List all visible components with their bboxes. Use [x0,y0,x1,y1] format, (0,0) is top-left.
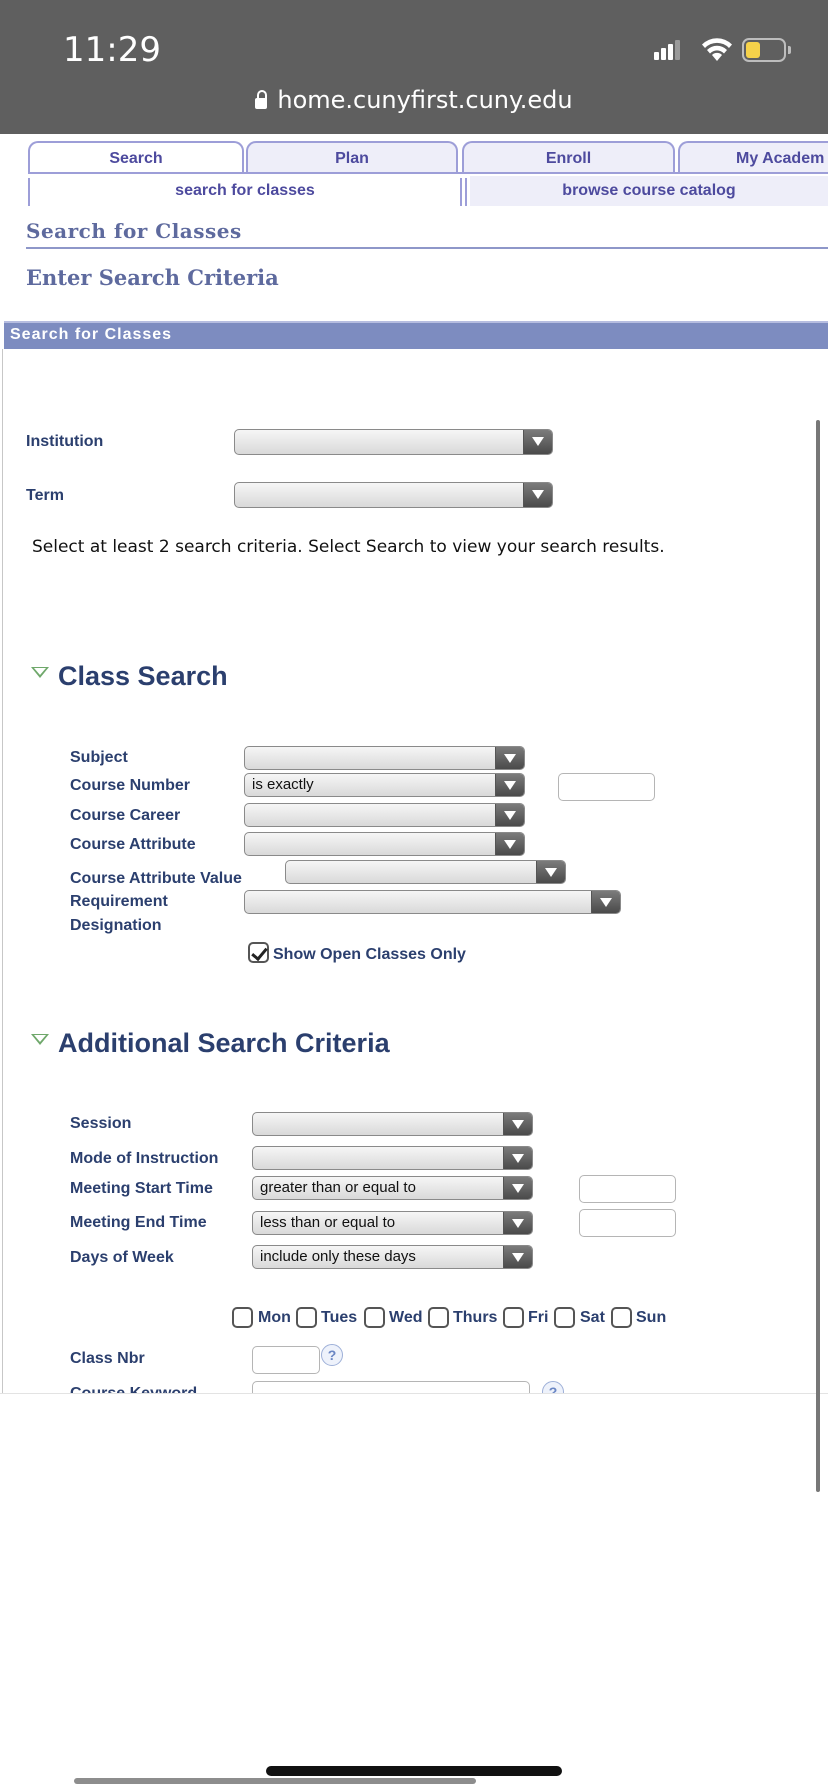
day-label-sun: Sun [636,1309,667,1326]
chevron-down-icon [495,804,524,826]
subject-select[interactable] [244,746,525,770]
day-checkbox-sun[interactable] [611,1307,632,1328]
subtab-browse-catalog[interactable]: browse course catalog [470,176,828,206]
chevron-down-icon [536,861,565,883]
page-subtitle: Enter Search Criteria [26,265,279,290]
meeting-start-operator-select[interactable]: greater than or equal to [252,1176,533,1200]
show-open-classes-label[interactable]: Show Open Classes Only [273,946,466,964]
day-checkbox-sat[interactable] [554,1307,575,1328]
chevron-down-icon [503,1113,532,1135]
signal-icon [654,40,682,60]
day-checkbox-mon[interactable] [232,1307,253,1328]
chevron-down-icon [495,747,524,769]
course-attribute-value-label: Course Attribute Value [70,870,242,887]
days-operator-select[interactable]: include only these days [252,1245,533,1269]
day-checkbox-fri[interactable] [503,1307,524,1328]
tab-my-academics[interactable]: My Academ [678,141,828,173]
chevron-down-icon [495,833,524,855]
keyword-row-clip: Course Keyword ? [0,1378,828,1393]
status-time: 11:29 [63,30,161,70]
help-icon[interactable]: ? [542,1381,564,1393]
collapse-triangle-icon[interactable] [31,1034,49,1045]
course-career-label: Course Career [70,807,181,824]
session-select[interactable] [252,1112,533,1136]
tab-search[interactable]: Search [28,141,244,173]
title-divider [26,247,828,249]
day-checkbox-tues[interactable] [296,1307,317,1328]
battery-icon [742,38,792,62]
class-nbr-input[interactable] [252,1346,320,1374]
lock-icon [255,90,268,109]
session-label: Session [70,1115,132,1132]
panel-header: Search for Classes [4,321,828,349]
url-text: home.cunyfirst.cuny.edu [277,86,573,114]
designation-label: Designation [70,917,162,934]
chevron-down-icon [523,430,552,454]
day-label-mon: Mon [258,1309,291,1326]
days-of-week-label: Days of Week [70,1249,174,1266]
chevron-down-icon [503,1177,532,1199]
course-number-input[interactable] [558,773,655,801]
day-label-sat: Sat [580,1309,605,1326]
instruction-text: Select at least 2 search criteria. Selec… [32,537,665,557]
show-open-classes-checkbox[interactable] [248,942,269,963]
horizontal-scrollbar[interactable] [74,1778,476,1784]
course-attribute-value-select[interactable] [285,860,566,884]
course-career-select[interactable] [244,803,525,827]
day-label-thurs: Thurs [453,1309,498,1326]
page-title: Search for Classes [26,219,242,243]
address-bar[interactable]: home.cunyfirst.cuny.edu [0,86,828,114]
course-attribute-label: Course Attribute [70,836,196,853]
day-label-fri: Fri [528,1309,549,1326]
course-number-label: Course Number [70,777,191,794]
institution-select[interactable] [234,429,553,455]
panel-title: Search for Classes [10,326,173,343]
vertical-scrollbar[interactable] [816,420,820,1492]
day-checkbox-thurs[interactable] [428,1307,449,1328]
panel-border [2,349,3,1393]
term-select[interactable] [234,482,553,508]
course-attribute-select[interactable] [244,832,525,856]
term-label: Term [26,487,64,504]
help-icon[interactable]: ? [321,1344,343,1366]
tab-divider [28,172,828,174]
subtab-separator [460,178,462,206]
course-keyword-label: Course Keyword [70,1385,197,1393]
chevron-down-icon [503,1246,532,1268]
mode-of-instruction-select[interactable] [252,1146,533,1170]
requirement-designation-select[interactable] [244,890,621,914]
subtab-separator [465,178,467,206]
chevron-down-icon [591,891,620,913]
class-search-heading[interactable]: Class Search [58,661,228,692]
wifi-icon [700,36,734,62]
requirement-label: Requirement [70,893,168,910]
day-label-wed: Wed [389,1309,423,1326]
home-indicator[interactable] [266,1766,562,1776]
content-edge [0,1393,828,1394]
chevron-down-icon [495,774,524,796]
course-keyword-input[interactable] [252,1381,530,1393]
subject-label: Subject [70,749,128,766]
chevron-down-icon [523,483,552,507]
meeting-start-time-label: Meeting Start Time [70,1180,213,1197]
institution-label: Institution [26,433,104,450]
chevron-down-icon [503,1147,532,1169]
subtab-search-for-classes[interactable]: search for classes [30,176,460,206]
meeting-end-time-input[interactable] [579,1209,676,1237]
class-nbr-label: Class Nbr [70,1350,145,1367]
tab-plan[interactable]: Plan [246,141,458,173]
meeting-end-operator-select[interactable]: less than or equal to [252,1211,533,1235]
chevron-down-icon [503,1212,532,1234]
collapse-triangle-icon[interactable] [31,667,49,678]
course-number-operator-select[interactable]: is exactly [244,773,525,797]
day-label-tues: Tues [321,1309,358,1326]
additional-criteria-heading[interactable]: Additional Search Criteria [58,1028,390,1059]
meeting-end-time-label: Meeting End Time [70,1214,207,1231]
tab-enroll[interactable]: Enroll [462,141,675,173]
mode-of-instruction-label: Mode of Instruction [70,1150,219,1167]
meeting-start-time-input[interactable] [579,1175,676,1203]
day-checkbox-wed[interactable] [364,1307,385,1328]
